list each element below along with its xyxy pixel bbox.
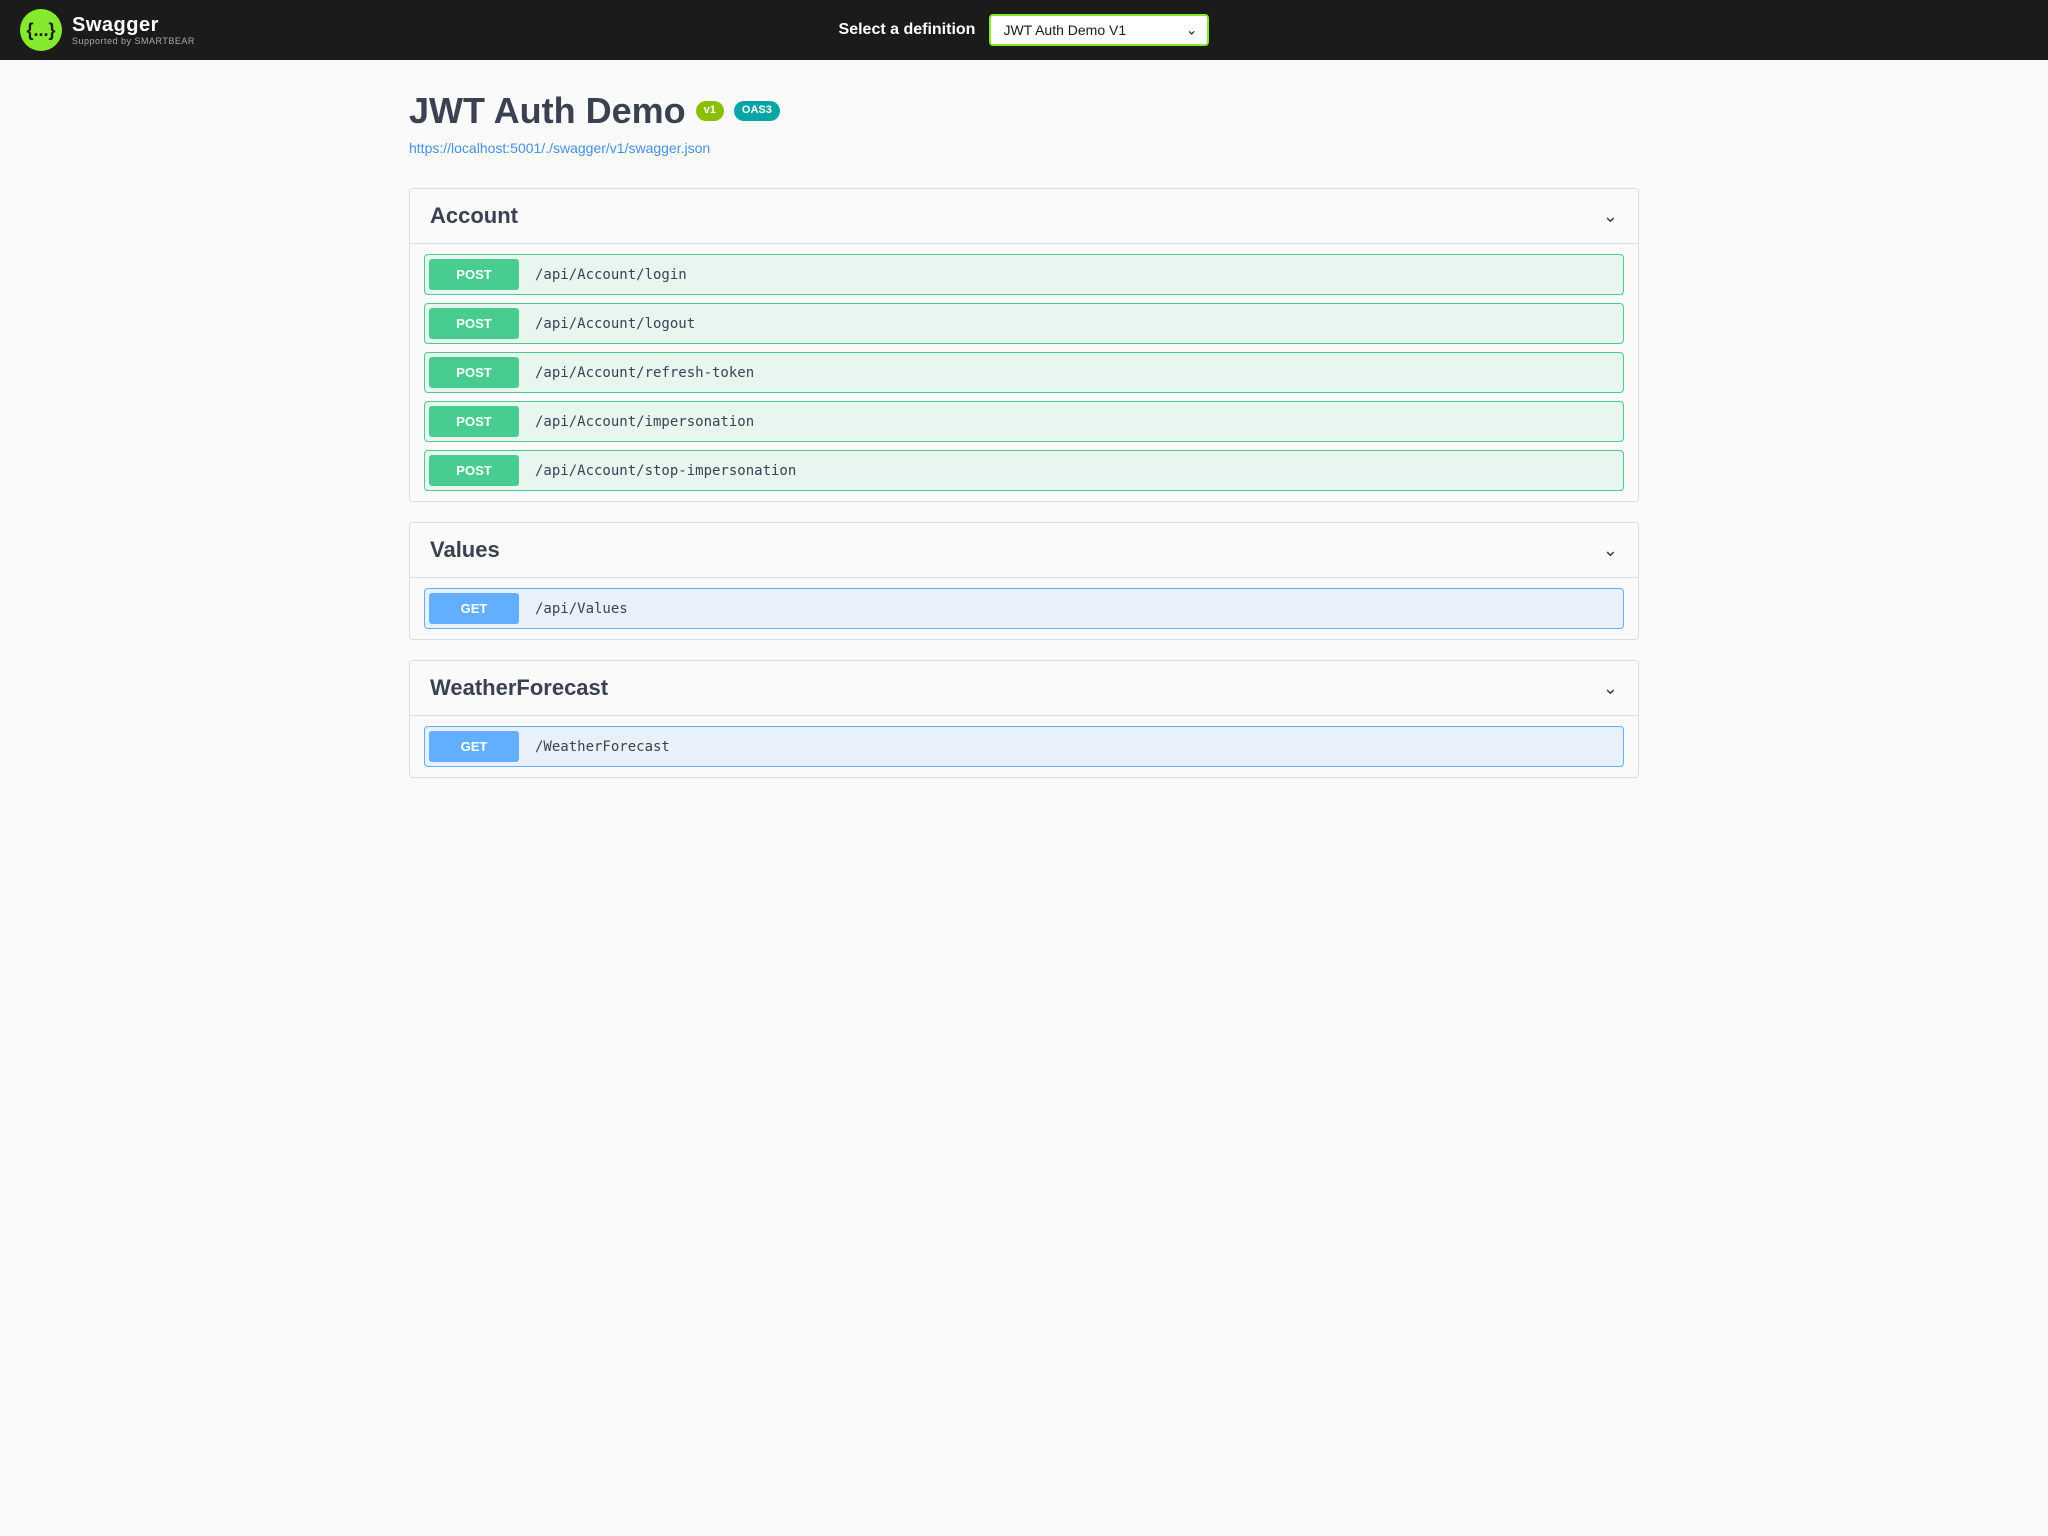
endpoint-path-account-login: /api/Account/login — [527, 257, 1623, 293]
section-header-values[interactable]: Values ⌄ — [410, 523, 1638, 578]
header: {...} Swagger Supported by SMARTBEAR Sel… — [0, 0, 2048, 60]
main-content: JWT Auth Demo v1 OAS3 https://localhost:… — [389, 60, 1659, 828]
api-title-section: JWT Auth Demo v1 OAS3 https://localhost:… — [409, 90, 1639, 158]
method-badge-post: POST — [429, 406, 519, 437]
swagger-logo-icon: {...} — [26, 21, 55, 39]
endpoint-account-impersonation[interactable]: POST /api/Account/impersonation — [424, 401, 1624, 442]
method-badge-get: GET — [429, 593, 519, 624]
section-header-weatherforecast[interactable]: WeatherForecast ⌄ — [410, 661, 1638, 716]
endpoint-values-get[interactable]: GET /api/Values — [424, 588, 1624, 629]
section-title-values: Values — [430, 537, 500, 563]
endpoint-path-account-impersonation: /api/Account/impersonation — [527, 404, 1623, 440]
swagger-logo: {...} — [20, 9, 62, 51]
badge-v1: v1 — [696, 101, 724, 120]
method-badge-post: POST — [429, 455, 519, 486]
api-title-row: JWT Auth Demo v1 OAS3 — [409, 90, 1639, 132]
section-weatherforecast: WeatherForecast ⌄ GET /WeatherForecast — [409, 660, 1639, 778]
definition-select[interactable]: JWT Auth Demo V1 — [989, 14, 1209, 46]
badge-oas3: OAS3 — [734, 101, 780, 120]
method-badge-post: POST — [429, 308, 519, 339]
endpoint-account-login[interactable]: POST /api/Account/login — [424, 254, 1624, 295]
method-badge-post: POST — [429, 357, 519, 388]
endpoint-path-account-logout: /api/Account/logout — [527, 306, 1623, 342]
method-badge-post: POST — [429, 259, 519, 290]
endpoint-path-account-stop-impersonation: /api/Account/stop-impersonation — [527, 453, 1623, 489]
section-body-weatherforecast: GET /WeatherForecast — [410, 716, 1638, 777]
api-title: JWT Auth Demo — [409, 90, 686, 132]
select-definition-label: Select a definition — [839, 21, 976, 39]
endpoint-weatherforecast-get[interactable]: GET /WeatherForecast — [424, 726, 1624, 767]
endpoint-account-logout[interactable]: POST /api/Account/logout — [424, 303, 1624, 344]
endpoint-account-stop-impersonation[interactable]: POST /api/Account/stop-impersonation — [424, 450, 1624, 491]
header-brand: {...} Swagger Supported by SMARTBEAR — [20, 9, 195, 51]
section-account: Account ⌄ POST /api/Account/login POST /… — [409, 188, 1639, 502]
swagger-title-wrap: Swagger Supported by SMARTBEAR — [72, 14, 195, 46]
definition-select-wrapper[interactable]: JWT Auth Demo V1 ⌄ — [989, 14, 1209, 46]
swagger-brand-subtitle: Supported by SMARTBEAR — [72, 36, 195, 46]
endpoint-path-values: /api/Values — [527, 591, 1623, 627]
chevron-down-icon-values: ⌄ — [1603, 540, 1618, 561]
header-definition-selector: Select a definition JWT Auth Demo V1 ⌄ — [839, 14, 1210, 46]
section-values: Values ⌄ GET /api/Values — [409, 522, 1639, 640]
api-url[interactable]: https://localhost:5001/./swagger/v1/swag… — [409, 140, 710, 156]
endpoint-path-weatherforecast: /WeatherForecast — [527, 729, 1623, 765]
endpoint-path-account-refresh-token: /api/Account/refresh-token — [527, 355, 1623, 391]
section-body-values: GET /api/Values — [410, 578, 1638, 639]
endpoint-account-refresh-token[interactable]: POST /api/Account/refresh-token — [424, 352, 1624, 393]
chevron-down-icon-account: ⌄ — [1603, 206, 1618, 227]
section-body-account: POST /api/Account/login POST /api/Accoun… — [410, 244, 1638, 501]
section-title-weatherforecast: WeatherForecast — [430, 675, 608, 701]
chevron-down-icon-weatherforecast: ⌄ — [1603, 678, 1618, 699]
swagger-brand-name: Swagger — [72, 14, 195, 36]
method-badge-get: GET — [429, 731, 519, 762]
section-title-account: Account — [430, 203, 518, 229]
section-header-account[interactable]: Account ⌄ — [410, 189, 1638, 244]
